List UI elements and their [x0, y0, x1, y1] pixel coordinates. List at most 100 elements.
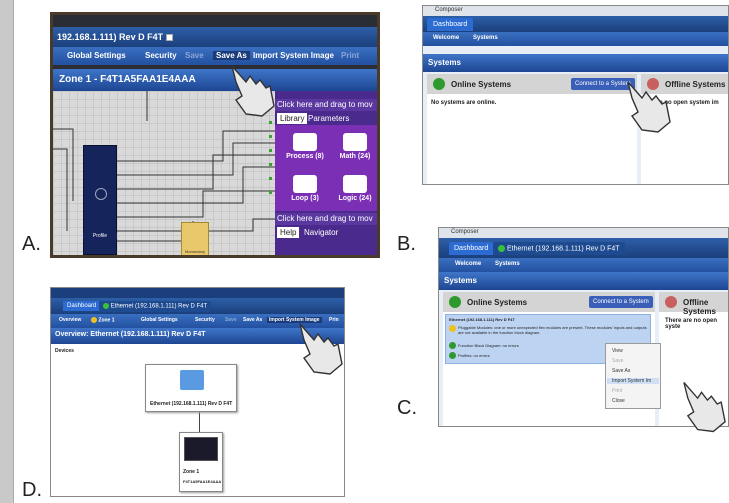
node2-line1: Zone 1 — [183, 469, 200, 475]
online-status-icon — [449, 296, 461, 308]
menu-bar: Global Settings Security Save Save As Im… — [53, 47, 377, 65]
tab-dashboard[interactable]: Dashboard — [427, 18, 474, 31]
menu-bar: Welcome Systems — [439, 258, 728, 272]
entry-title: Ethernet (192.168.1.111) Rev D F4T — [449, 317, 515, 322]
drag-hint-2[interactable]: Click here and drag to mov — [275, 213, 377, 225]
menu-zone-1[interactable]: Zone 1 — [91, 317, 115, 323]
no-open-message: There are no open syste — [665, 318, 718, 330]
context-save[interactable]: Save — [612, 358, 623, 364]
node2-line2: F4T1A5FAA1E4AAA — [183, 479, 222, 484]
connect-to-system-button[interactable]: Connect to a System — [589, 296, 653, 308]
menu-security[interactable]: Security — [195, 317, 215, 323]
process-icon — [293, 133, 317, 151]
pointing-hand-icon — [683, 382, 726, 433]
close-icon[interactable] — [165, 34, 173, 42]
tab-help[interactable]: Help — [277, 227, 300, 238]
momentary-block[interactable]: Momentary — [181, 222, 209, 255]
menu-systems[interactable]: Systems — [495, 261, 520, 267]
menu-save[interactable]: Save — [225, 317, 237, 323]
tab-ethernet[interactable]: Ethernet (192.168.1.111) Rev D F4T — [493, 242, 625, 256]
zone-title: Zone 1 - F4T1A5FAA1E4AAA — [53, 69, 377, 91]
pointing-hand-icon — [231, 65, 275, 117]
menu-welcome[interactable]: Welcome — [455, 261, 481, 267]
loop-icon — [293, 175, 317, 193]
panel-letter-b: B. — [397, 233, 416, 255]
fbd-ok-icon — [449, 342, 456, 349]
library-panel: Click here and drag to mov Library Param… — [275, 91, 377, 255]
menu-global-settings[interactable]: Global Settings — [67, 51, 126, 60]
menu-systems[interactable]: Systems — [473, 35, 498, 41]
menu-save[interactable]: Save — [185, 51, 204, 60]
pointing-hand-icon — [299, 323, 343, 375]
library-item-loop[interactable]: Loop (3) — [281, 175, 329, 202]
offline-title: Offline Systems — [665, 80, 726, 89]
tab-library[interactable]: Library — [277, 113, 308, 124]
figure: A. B. C. D. 192.168.1.111) Rev D F4T Glo… — [0, 0, 729, 503]
gauge-icon — [95, 188, 107, 200]
tab-bar: Dashboard — [423, 16, 728, 32]
context-view[interactable]: View — [612, 348, 623, 354]
tab-bar: Dashboard Ethernet (192.168.1.111) Rev D… — [439, 238, 728, 258]
controller-icon — [184, 437, 218, 461]
green-status-icon — [498, 245, 505, 252]
device-node-ethernet[interactable]: Ethernet (192.168.1.111) Rev D F4T — [145, 364, 237, 412]
context-menu: View Save Save As Import System Im Print… — [605, 343, 661, 409]
entry-fbd: Function Block Diagram: no errors — [458, 343, 519, 348]
panel-letter-c: C. — [397, 397, 417, 419]
tab-dashboard[interactable]: Dashboard — [63, 301, 101, 311]
page-edge — [0, 0, 14, 503]
screenshot-a: 192.168.1.111) Rev D F4T Global Settings… — [50, 12, 380, 258]
panel-letter-a: A. — [22, 233, 41, 255]
warning-icon — [91, 317, 97, 323]
node1-label: Ethernet (192.168.1.111) Rev D F4T — [150, 401, 233, 407]
tab-ethernet[interactable]: Ethernet (192.168.1.111) Rev D F4T — [99, 301, 212, 312]
context-close[interactable]: Close — [612, 398, 625, 404]
window-top — [51, 288, 344, 298]
tab-dashboard[interactable]: Dashboard — [449, 242, 494, 255]
screenshot-d: Dashboard Ethernet (192.168.1.111) Rev D… — [50, 287, 345, 497]
context-print[interactable]: Print — [612, 388, 622, 394]
no-online-message: No systems are online. — [431, 100, 497, 106]
pointing-hand-icon — [627, 81, 671, 133]
menu-overview[interactable]: Overview — [59, 317, 81, 323]
entry-warning: Pluggable Modules: one or more unexpecte… — [458, 325, 647, 335]
tab-navigator[interactable]: Navigator — [301, 227, 341, 238]
menu-import-system-image[interactable]: Import System Image — [253, 51, 334, 60]
online-systems-column: Online Systems Connect to a System No sy… — [427, 74, 637, 184]
online-header: Online Systems Connect to a System — [427, 74, 637, 94]
systems-title: Systems — [423, 54, 728, 72]
window-title: Composer — [439, 228, 728, 238]
menu-bar: Welcome Systems — [423, 32, 728, 46]
menu-save-as[interactable]: Save As — [243, 317, 262, 323]
tab-bar: 192.168.1.111) Rev D F4T — [53, 27, 377, 47]
tab-parameters[interactable]: Parameters — [305, 113, 352, 124]
context-import-system-image[interactable]: Import System Im — [607, 378, 659, 384]
library-item-logic[interactable]: Logic (24) — [331, 175, 377, 202]
offline-status-icon — [665, 296, 677, 308]
online-header: Online Systems Connect to a System — [443, 292, 655, 312]
menu-print[interactable]: Print — [341, 51, 359, 60]
logic-icon — [343, 175, 367, 193]
library-item-process[interactable]: Process (8) — [281, 133, 329, 160]
screenshot-b: Composer Dashboard Welcome Systems Syste… — [422, 5, 729, 185]
menu-welcome[interactable]: Welcome — [433, 35, 459, 41]
drag-hint[interactable]: Click here and drag to mov — [275, 99, 377, 111]
offline-title: Offline Systems — [683, 298, 716, 316]
offline-header: Offline Systems — [659, 292, 728, 316]
menu-security[interactable]: Security — [145, 51, 177, 60]
menu-save-as[interactable]: Save As — [213, 51, 250, 60]
online-status-icon — [433, 78, 445, 90]
tab-bar: Dashboard Ethernet (192.168.1.111) Rev D… — [51, 298, 344, 314]
context-save-as[interactable]: Save As — [612, 368, 630, 374]
menu-global-settings[interactable]: Global Settings — [141, 317, 178, 323]
systems-title: Systems — [439, 272, 728, 290]
window-title: Composer — [423, 6, 728, 16]
entry-profiles: Profiles: no errors — [458, 353, 490, 358]
computer-icon — [180, 370, 204, 390]
panel-letter-d: D. — [22, 479, 42, 501]
library-item-math[interactable]: Math (24) — [331, 133, 377, 160]
tab-ethernet[interactable]: 192.168.1.111) Rev D F4T — [53, 29, 177, 45]
device-node-zone[interactable]: Zone 1 F4T1A5FAA1E4AAA — [179, 432, 223, 492]
green-status-icon — [103, 303, 109, 309]
library-items: Process (8) Math (24) Loop (3) Logic (24… — [275, 125, 377, 211]
